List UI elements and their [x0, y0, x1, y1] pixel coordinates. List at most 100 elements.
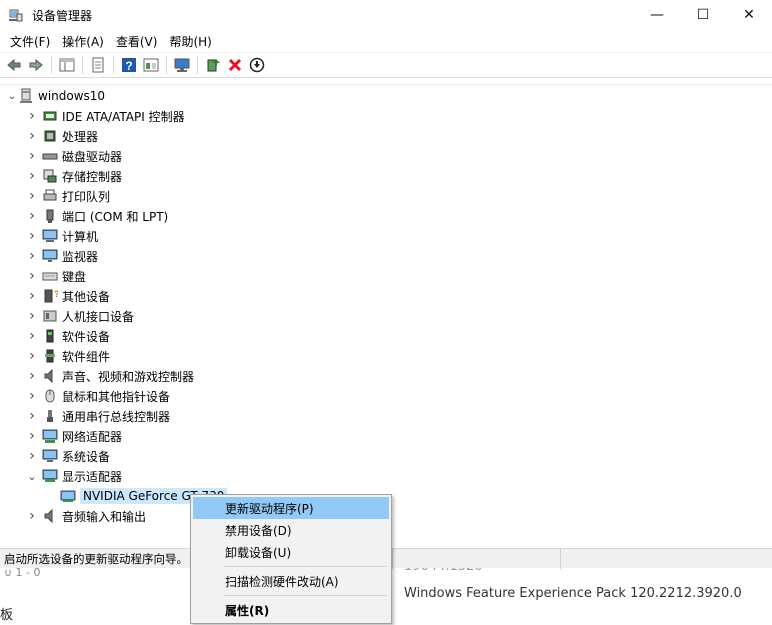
storage-controller-icon: [43, 169, 57, 183]
processor-icon: [44, 130, 56, 142]
keyboard-icon: [42, 272, 58, 281]
expand-icon[interactable]: ›: [26, 366, 38, 386]
hid-icon: [43, 310, 57, 322]
expand-icon[interactable]: ›: [26, 206, 38, 226]
expand-icon[interactable]: ›: [26, 226, 38, 246]
tree-root[interactable]: ⌄ windows10: [6, 86, 105, 106]
monitor-scan-icon[interactable]: [172, 55, 192, 75]
mouse-icon: [45, 389, 55, 403]
toolbar-separator: [82, 56, 83, 74]
tree-category[interactable]: › 监视器: [26, 246, 98, 266]
update-driver-icon[interactable]: [203, 55, 223, 75]
toolbar: ?: [0, 52, 772, 78]
view-icon[interactable]: [141, 55, 161, 75]
expand-icon[interactable]: ›: [26, 306, 38, 326]
tree-category[interactable]: › 系统设备: [26, 446, 110, 466]
close-button[interactable]: ✕: [726, 0, 772, 30]
ctx-separator: [223, 566, 387, 567]
tree-category[interactable]: › 网络适配器: [26, 426, 122, 446]
tree-category[interactable]: › 软件组件: [26, 346, 110, 366]
expand-icon[interactable]: ›: [26, 106, 38, 126]
expand-icon[interactable]: ›: [26, 506, 38, 526]
tree-category[interactable]: › 键盘: [26, 266, 86, 286]
expand-icon[interactable]: ›: [26, 386, 38, 406]
software-component-icon: [45, 349, 55, 363]
forward-icon[interactable]: [26, 55, 46, 75]
tree-category[interactable]: › 端口 (COM 和 LPT): [26, 206, 168, 226]
tree-category[interactable]: › 音频输入和输出: [26, 506, 146, 526]
ctx-scan-hardware[interactable]: 扫描检测硬件改动(A): [193, 570, 389, 592]
tree-category[interactable]: › 处理器: [26, 126, 98, 146]
ctx-uninstall-device[interactable]: 卸载设备(U): [193, 541, 389, 563]
title-bar[interactable]: 设备管理器 — ☐ ✕: [0, 0, 772, 30]
toolbar-separator: [197, 56, 198, 74]
tree-category[interactable]: ⌄ 显示适配器: [26, 466, 122, 486]
tree-category[interactable]: ›? 其他设备: [26, 286, 110, 306]
tree-category[interactable]: › 通用串行总线控制器: [26, 406, 170, 426]
tree-category[interactable]: › 存储控制器: [26, 166, 122, 186]
context-menu: 更新驱动程序(P) 禁用设备(D) 卸载设备(U) 扫描检测硬件改动(A) 属性…: [190, 494, 392, 624]
tree-category-label: 键盘: [62, 269, 87, 284]
expand-icon[interactable]: ›: [26, 426, 38, 446]
expand-icon[interactable]: ›: [26, 286, 38, 306]
minimize-icon: —: [650, 7, 664, 23]
expand-icon[interactable]: ›: [26, 246, 38, 266]
menu-view[interactable]: 查看(V): [110, 33, 164, 50]
port-icon: [46, 209, 54, 223]
tree-category[interactable]: › IDE ATA/ATAPI 控制器: [26, 106, 184, 126]
expand-icon[interactable]: ›: [26, 406, 38, 426]
tree-category-label: 存储控制器: [62, 169, 123, 184]
tree-category-label: 系统设备: [62, 449, 111, 464]
menu-help[interactable]: 帮助(H): [163, 33, 217, 50]
tree-category-label: 计算机: [62, 229, 99, 244]
tree-category[interactable]: › 计算机: [26, 226, 98, 246]
software-device-icon: [46, 329, 54, 343]
expand-icon[interactable]: ›: [26, 326, 38, 346]
tree-category-label: 人机接口设备: [62, 309, 135, 324]
ctx-update-driver[interactable]: 更新驱动程序(P): [193, 497, 389, 519]
expand-icon[interactable]: ›: [26, 126, 38, 146]
ctx-separator: [223, 595, 387, 596]
collapse-icon[interactable]: ⌄: [6, 86, 18, 106]
disable-icon[interactable]: [247, 55, 267, 75]
ctx-properties[interactable]: 属性(R): [193, 599, 389, 621]
tree-category-label: 软件组件: [62, 349, 111, 364]
properties-icon[interactable]: [88, 55, 108, 75]
minimize-button[interactable]: —: [634, 0, 680, 30]
display-adapter-icon: [42, 469, 58, 482]
device-tree[interactable]: ⌄ windows10 › IDE ATA/ATAPI 控制器 › 处理器 › 磁盘驱动器…: [0, 84, 772, 548]
expand-icon[interactable]: ›: [26, 186, 38, 206]
menu-action[interactable]: 操作(A): [56, 33, 110, 50]
show-hide-tree-icon[interactable]: [57, 55, 77, 75]
tree-category[interactable]: › 打印队列: [26, 186, 110, 206]
tree-category-label: 鼠标和其他指针设备: [62, 389, 171, 404]
expand-icon[interactable]: ›: [26, 166, 38, 186]
status-text: 启动所选设备的更新驱动程序向导。: [4, 551, 188, 566]
tree-category[interactable]: › 磁盘驱动器: [26, 146, 122, 166]
tree-category-label: 打印队列: [62, 189, 111, 204]
display-adapter-device-icon: [60, 490, 76, 502]
tree-category-label: 磁盘驱动器: [62, 149, 123, 164]
expand-icon[interactable]: ›: [26, 446, 38, 466]
tree-category[interactable]: › 鼠标和其他指针设备: [26, 386, 170, 406]
uninstall-icon[interactable]: [225, 55, 245, 75]
back-icon[interactable]: [4, 55, 24, 75]
tree-category[interactable]: › 声音、视频和游戏控制器: [26, 366, 194, 386]
maximize-icon: ☐: [696, 7, 710, 23]
tree-category-label: 通用串行总线控制器: [62, 409, 171, 424]
expand-icon[interactable]: ›: [26, 346, 38, 366]
expand-icon[interactable]: ›: [26, 146, 38, 166]
menu-file[interactable]: 文件(F): [4, 33, 56, 50]
toolbar-separator: [113, 56, 114, 74]
tree-category-label: 声音、视频和游戏控制器: [62, 369, 195, 384]
expand-icon[interactable]: ›: [26, 266, 38, 286]
collapse-icon[interactable]: ⌄: [26, 466, 38, 486]
tree-root-label: windows10: [38, 89, 106, 103]
tree-category-label: 其他设备: [62, 289, 111, 304]
tree-category[interactable]: › 人机接口设备: [26, 306, 134, 326]
tree-category[interactable]: › 软件设备: [26, 326, 110, 346]
maximize-button[interactable]: ☐: [680, 0, 726, 30]
help-icon[interactable]: ?: [119, 55, 139, 75]
background-left-fragment: 板: [0, 608, 14, 623]
ctx-disable-device[interactable]: 禁用设备(D): [193, 519, 389, 541]
